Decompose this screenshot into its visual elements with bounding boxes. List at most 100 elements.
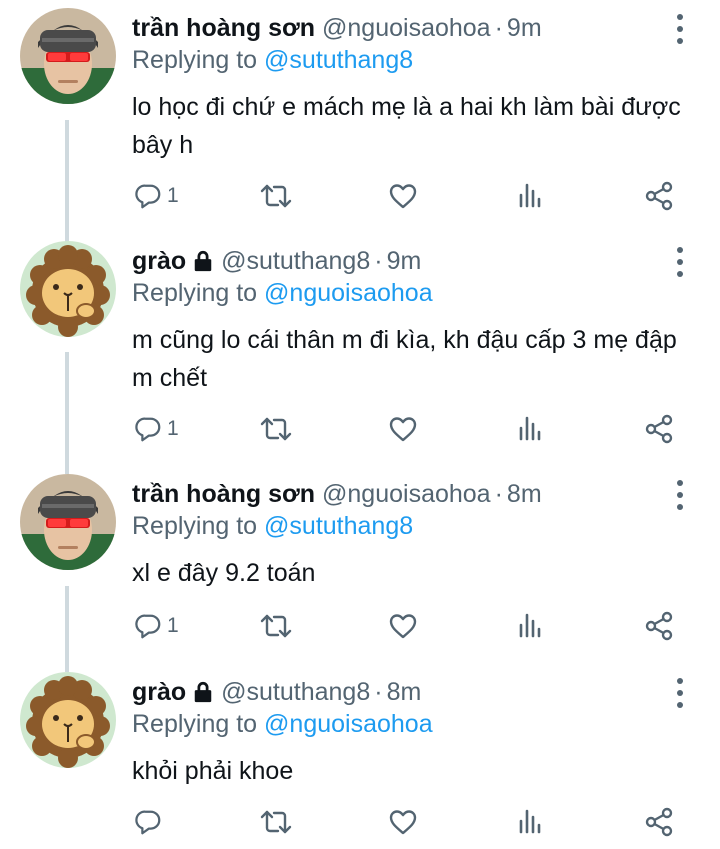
analytics-button[interactable] (515, 176, 547, 216)
mention-link[interactable]: @nguoisaohoa (264, 710, 433, 738)
reply-count: 1 (167, 417, 179, 440)
like-button[interactable] (387, 409, 419, 449)
reply-thread: trần hoàng sơn @nguoisaohoa · 9m Replying … (0, 0, 720, 849)
analytics-button[interactable] (515, 802, 547, 842)
timestamp[interactable]: 8m (387, 678, 422, 706)
lion-avatar-icon (20, 241, 116, 337)
tweet-actions: 1 (0, 409, 720, 449)
replying-to: Replying to @sututhang8 (132, 510, 413, 542)
reply-button[interactable]: 1 (133, 409, 179, 449)
separator: · (494, 14, 503, 42)
like-icon (387, 610, 419, 642)
retweet-icon (260, 806, 292, 838)
retweet-button[interactable] (260, 802, 292, 842)
analytics-icon (515, 610, 547, 642)
like-icon (387, 806, 419, 838)
separator: · (374, 678, 383, 706)
tweet[interactable]: grào @sututhang8 · 9m Replying to @nguoisa… (0, 233, 720, 465)
reply-icon (133, 807, 163, 837)
person-avatar-icon (20, 8, 116, 104)
user-handle[interactable]: @sututhang8 (221, 678, 370, 706)
user-handle[interactable]: @sututhang8 (221, 247, 370, 275)
replying-to-label: Replying to (132, 279, 258, 307)
reply-icon (133, 414, 163, 444)
retweet-button[interactable] (260, 176, 292, 216)
tweet-header: trần hoàng sơn @nguoisaohoa · 8m (132, 478, 542, 510)
analytics-icon (515, 180, 547, 212)
lion-avatar-icon (20, 672, 116, 768)
share-button[interactable] (643, 606, 675, 646)
separator: · (374, 247, 383, 275)
tweet-actions: 1 (0, 176, 720, 216)
like-icon (387, 413, 419, 445)
display-name[interactable]: grào (132, 678, 186, 706)
like-button[interactable] (387, 802, 419, 842)
reply-icon (133, 611, 163, 641)
like-icon (387, 180, 419, 212)
like-button[interactable] (387, 606, 419, 646)
retweet-icon (260, 610, 292, 642)
tweet-text: lo học đi chứ e mách mẹ là a hai kh làm … (132, 93, 681, 159)
tweet-header: grào @sututhang8 · 9m (132, 245, 421, 277)
share-icon (643, 413, 675, 445)
reply-button[interactable]: 1 (133, 176, 179, 216)
reply-icon (133, 181, 163, 211)
person-avatar-icon (20, 474, 116, 570)
share-icon (643, 806, 675, 838)
avatar[interactable] (20, 672, 116, 768)
replying-to-label: Replying to (132, 512, 258, 540)
like-button[interactable] (387, 176, 419, 216)
share-icon (643, 180, 675, 212)
replying-to: Replying to @nguoisaohoa (132, 708, 433, 740)
timestamp[interactable]: 9m (387, 247, 422, 275)
retweet-button[interactable] (260, 409, 292, 449)
avatar[interactable] (20, 8, 116, 104)
retweet-button[interactable] (260, 606, 292, 646)
user-handle[interactable]: @nguoisaohoa (322, 14, 491, 42)
tweet-text: xl e đây 9.2 toán (132, 559, 316, 587)
tweet-text: khỏi phải khoe (132, 757, 294, 785)
mention-link[interactable]: @nguoisaohoa (264, 279, 433, 307)
tweet-header: grào @sututhang8 · 8m (132, 676, 421, 708)
replying-to-label: Replying to (132, 46, 258, 74)
more-options-icon[interactable] (670, 676, 690, 710)
share-icon (643, 610, 675, 642)
separator: · (494, 480, 503, 508)
retweet-icon (260, 180, 292, 212)
replying-to: Replying to @nguoisaohoa (132, 277, 433, 309)
retweet-icon (260, 413, 292, 445)
display-name[interactable]: trần hoàng sơn (132, 480, 315, 508)
tweet-actions: 1 (0, 606, 720, 646)
share-button[interactable] (643, 802, 675, 842)
tweet-header: trần hoàng sơn @nguoisaohoa · 9m (132, 12, 542, 44)
replying-to: Replying to @sututhang8 (132, 44, 413, 76)
user-handle[interactable]: @nguoisaohoa (322, 480, 491, 508)
replying-to-label: Replying to (132, 710, 258, 738)
display-name[interactable]: grào (132, 247, 186, 275)
analytics-icon (515, 806, 547, 838)
reply-count: 1 (167, 184, 179, 207)
tweet-text: m cũng lo cái thân m đi kìa, kh đậu cấp … (132, 326, 677, 392)
tweet[interactable]: trần hoàng sơn @nguoisaohoa · 9m Replying … (0, 0, 720, 232)
share-button[interactable] (643, 176, 675, 216)
lock-icon (192, 250, 214, 272)
mention-link[interactable]: @sututhang8 (264, 46, 413, 74)
tweet[interactable]: trần hoàng sơn @nguoisaohoa · 8m Replying … (0, 466, 720, 662)
timestamp[interactable]: 8m (507, 480, 542, 508)
more-options-icon[interactable] (670, 245, 690, 279)
analytics-button[interactable] (515, 409, 547, 449)
reply-button[interactable]: 1 (133, 606, 179, 646)
display-name[interactable]: trần hoàng sơn (132, 14, 315, 42)
analytics-button[interactable] (515, 606, 547, 646)
tweet[interactable]: grào @sututhang8 · 8m Replying to @nguoisa… (0, 664, 720, 849)
more-options-icon[interactable] (670, 12, 690, 46)
timestamp[interactable]: 9m (507, 14, 542, 42)
reply-button[interactable] (133, 802, 167, 842)
avatar[interactable] (20, 474, 116, 570)
reply-count: 1 (167, 614, 179, 637)
analytics-icon (515, 413, 547, 445)
more-options-icon[interactable] (670, 478, 690, 512)
mention-link[interactable]: @sututhang8 (264, 512, 413, 540)
avatar[interactable] (20, 241, 116, 337)
share-button[interactable] (643, 409, 675, 449)
